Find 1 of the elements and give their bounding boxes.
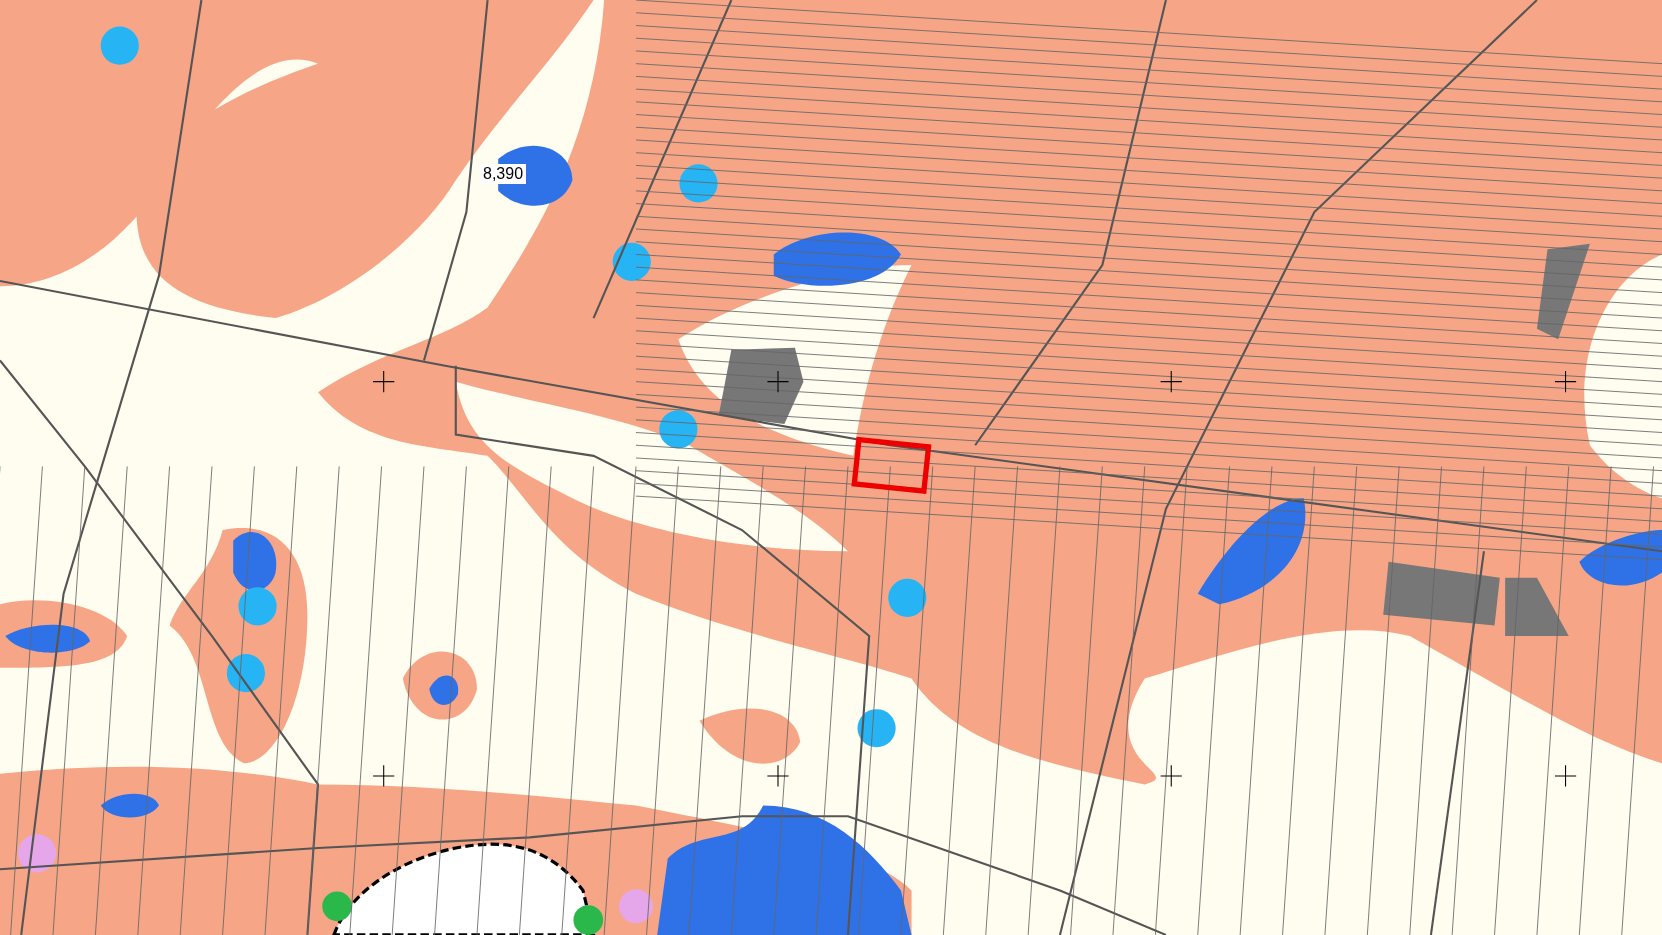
map-label: 8,390 xyxy=(480,164,527,184)
